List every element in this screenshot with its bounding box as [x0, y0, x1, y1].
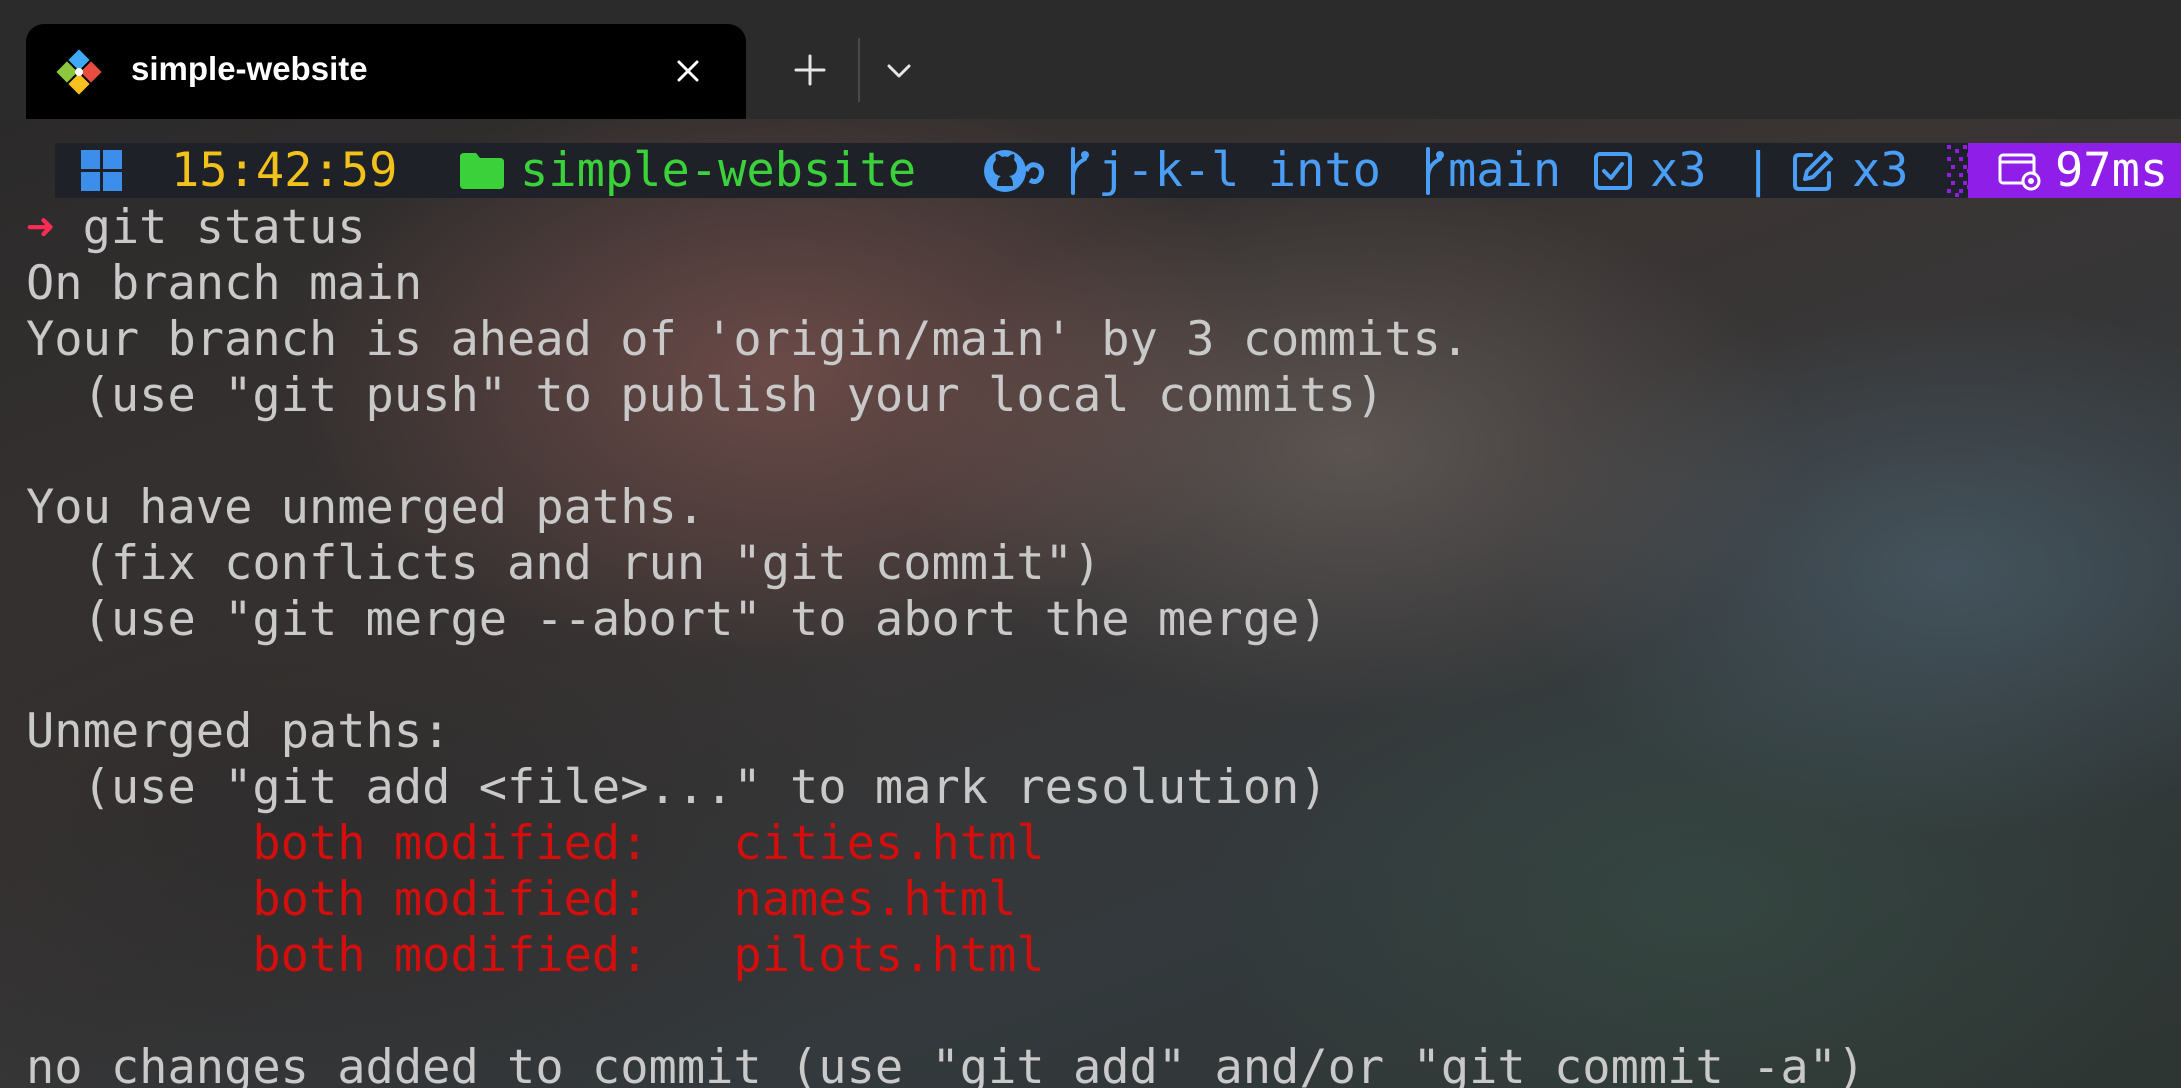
- conflict-line: both modified: cities.html: [26, 816, 1045, 871]
- windows-icon: [81, 150, 122, 191]
- chevron-down-icon[interactable]: [880, 52, 918, 90]
- command-text: git status: [54, 200, 366, 255]
- folder-icon: [460, 153, 504, 189]
- edit-icon: [1793, 151, 1833, 191]
- conflict-line: both modified: names.html: [26, 872, 1017, 927]
- tab-simple-website[interactable]: simple-website: [26, 24, 746, 120]
- output-line: (use "git push" to publish your local co…: [26, 368, 1385, 423]
- conflict-line: both modified: pilots.html: [26, 928, 1045, 983]
- prompt-arrow-icon: ➜: [26, 200, 55, 255]
- prompt-status-bar: 15:42:59 simple-website j-k-l into main: [55, 143, 2181, 198]
- github-icon: [984, 150, 1045, 192]
- output-line: You have unmerged paths.: [26, 480, 706, 535]
- tab-title: simple-website: [131, 50, 368, 87]
- staged-check-icon: [1594, 152, 1632, 190]
- output-line: (use "git merge --abort" to abort the me…: [26, 592, 1328, 647]
- close-icon[interactable]: [666, 49, 710, 93]
- tab-separator: [858, 38, 860, 102]
- output-line: On branch main: [26, 256, 423, 311]
- prompt-merge-status: j-k-l into: [1098, 143, 1381, 198]
- prompt-modified-count: x3: [1852, 143, 1909, 198]
- prompt-branch: main: [1448, 143, 1562, 198]
- output-line: Unmerged paths:: [26, 704, 451, 759]
- git-diamond-icon: [56, 49, 102, 95]
- prompt-directory: simple-website: [520, 143, 917, 198]
- prompt-exec-time: 97ms: [2055, 143, 2169, 198]
- output-line: no changes added to commit (use "git add…: [26, 1040, 1866, 1088]
- command-line: ➜ git status: [26, 200, 366, 256]
- terminal-output[interactable]: 15:42:59 simple-website j-k-l into main: [0, 119, 2181, 1088]
- output-line: (use "git add <file>..." to mark resolut…: [26, 760, 1328, 815]
- branch-icon: [1426, 147, 1444, 195]
- output-line: Your branch is ahead of 'origin/main' by…: [26, 312, 1470, 367]
- prompt-staged-count: x3: [1650, 143, 1707, 198]
- plus-icon[interactable]: [788, 48, 832, 92]
- dither-edge-icon: [1947, 145, 1971, 197]
- execution-timer-icon: [1998, 153, 2041, 191]
- branch-icon: [1071, 147, 1089, 195]
- prompt-time: 15:42:59: [171, 143, 398, 198]
- tab-bar: simple-website: [0, 0, 2181, 120]
- prompt-separator: |: [1744, 143, 1773, 198]
- output-line: (fix conflicts and run "git commit"): [26, 536, 1102, 591]
- terminal-window: simple-website 15:42:59 simple-website j…: [0, 0, 2181, 1088]
